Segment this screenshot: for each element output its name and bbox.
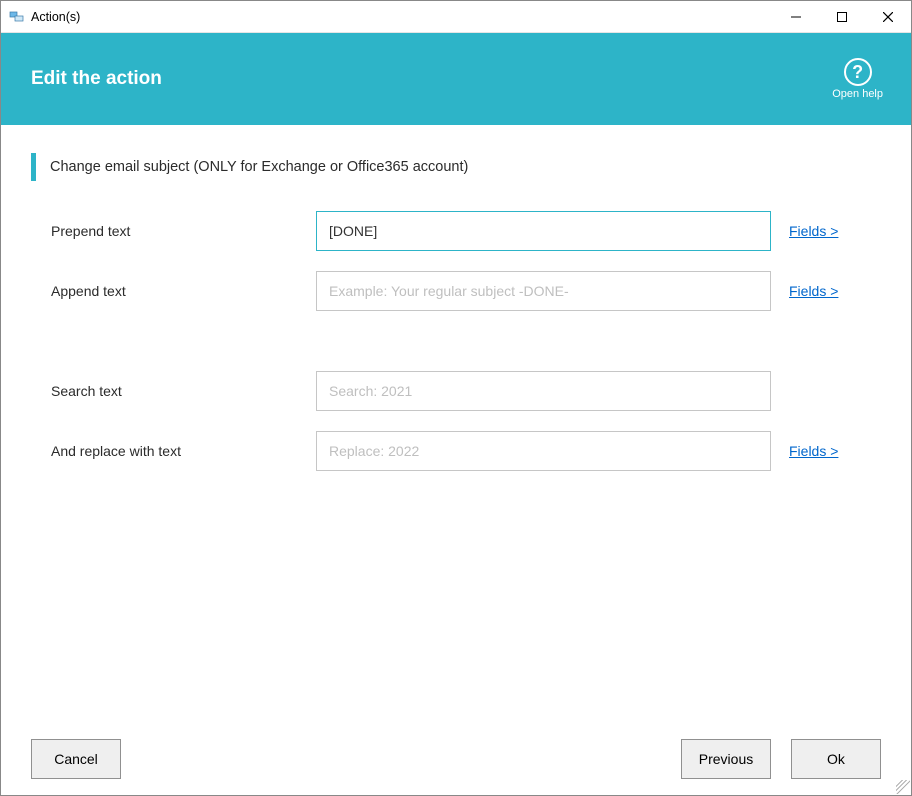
app-icon [9,9,25,25]
search-row: Search text [51,371,881,411]
append-row: Append text Fields > [51,271,881,311]
search-label: Search text [51,383,316,399]
cancel-button[interactable]: Cancel [31,739,121,779]
prepend-label: Prepend text [51,223,316,239]
header-title: Edit the action [31,68,162,90]
maximize-button[interactable] [819,1,865,32]
window-controls [773,1,911,32]
fields-link-append[interactable]: Fields > [789,283,838,299]
close-button[interactable] [865,1,911,32]
window-title: Action(s) [31,10,773,24]
fields-link-prepend[interactable]: Fields > [789,223,838,239]
prepend-row: Prepend text Fields > [51,211,881,251]
replace-row: And replace with text Fields > [51,431,881,471]
replace-input[interactable] [316,431,771,471]
prepend-input[interactable] [316,211,771,251]
header: Edit the action ? Open help [1,33,911,125]
search-input[interactable] [316,371,771,411]
section-heading-text: Change email subject (ONLY for Exchange … [50,159,468,175]
previous-button[interactable]: Previous [681,739,771,779]
content-area: Change email subject (ONLY for Exchange … [1,125,911,471]
section-heading: Change email subject (ONLY for Exchange … [31,153,881,181]
footer: Cancel Previous Ok [1,739,911,779]
section-accent-bar [31,153,36,181]
ok-button[interactable]: Ok [791,739,881,779]
minimize-button[interactable] [773,1,819,32]
resize-grip[interactable] [896,780,910,794]
fields-link-replace[interactable]: Fields > [789,443,838,459]
help-icon: ? [844,58,872,86]
append-label: Append text [51,283,316,299]
titlebar: Action(s) [1,1,911,33]
open-help-button[interactable]: ? Open help [832,58,883,100]
replace-label: And replace with text [51,443,316,459]
help-label: Open help [832,88,883,100]
append-input[interactable] [316,271,771,311]
